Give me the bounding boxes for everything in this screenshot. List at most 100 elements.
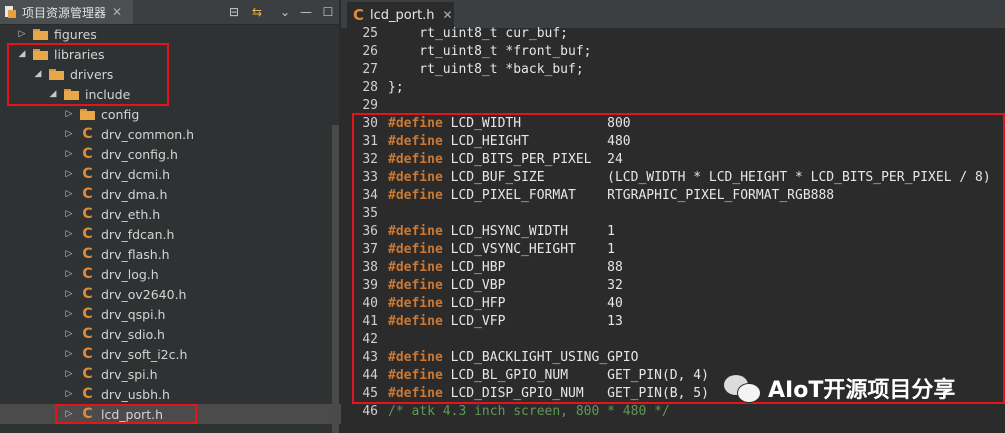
tree-item-label: libraries	[54, 46, 105, 62]
editor-tabbar: C lcd_port.h ✕	[341, 0, 1005, 28]
preprocessor-keyword: #define	[388, 314, 443, 329]
code-line: 29	[341, 97, 1005, 115]
chevron-right-icon[interactable]: ▷	[64, 104, 74, 124]
preprocessor-keyword: #define	[388, 152, 443, 167]
chevron-right-icon[interactable]: ▷	[64, 244, 74, 264]
line-number: 46	[362, 404, 378, 419]
macro-definition: LCD_VBP 32	[442, 278, 623, 293]
chevron-right-icon[interactable]: ▷	[64, 184, 74, 204]
macro-definition: LCD_VFP 13	[442, 314, 623, 329]
code-text: #define LCD_HSYNC_WIDTH 1	[388, 223, 615, 241]
c-header-file-icon: C	[82, 266, 93, 282]
tree-item-figures[interactable]: ▷ figures	[0, 24, 349, 44]
code-text: #define LCD_PIXEL_FORMAT RTGRAPHIC_PIXEL…	[388, 187, 834, 205]
line-number: 32	[362, 152, 378, 167]
chevron-right-icon[interactable]: ▷	[64, 384, 74, 404]
code-plain: };	[388, 80, 404, 95]
preprocessor-keyword: #define	[388, 188, 443, 203]
code-line: 30 #define LCD_WIDTH 800	[341, 115, 1005, 133]
tree-item-label: drv_flash.h	[101, 246, 170, 262]
chevron-right-icon[interactable]: ▷	[64, 224, 74, 244]
preprocessor-keyword: #define	[388, 368, 443, 383]
tab-project-explorer[interactable]: 项目资源管理器 ✕	[0, 0, 133, 24]
folder-open-icon	[49, 68, 64, 80]
c-header-file-icon: C	[82, 346, 93, 362]
chevron-right-icon[interactable]: ▷	[64, 364, 74, 384]
macro-definition: LCD_HEIGHT 480	[442, 134, 631, 149]
link-with-editor-icon[interactable]: ⇆	[249, 4, 265, 20]
macro-definition: LCD_BACKLIGHT_USING_GPIO	[442, 350, 639, 365]
tree-item-label: drv_log.h	[101, 266, 159, 282]
chevron-right-icon[interactable]: ▷	[64, 204, 74, 224]
c-header-file-icon: C	[82, 126, 93, 142]
chevron-right-icon[interactable]: ▷	[64, 344, 74, 364]
chevron-right-icon[interactable]: ▷	[64, 404, 74, 424]
chevron-right-icon[interactable]: ▷	[64, 164, 74, 184]
code-line: 34 #define LCD_PIXEL_FORMAT RTGRAPHIC_PIX…	[341, 187, 1005, 205]
c-header-file-icon: C	[82, 286, 93, 302]
code-line: 31 #define LCD_HEIGHT 480	[341, 133, 1005, 151]
code-text: rt_uint8_t *back_buf;	[388, 61, 583, 79]
code-text: #define LCD_WIDTH 800	[388, 115, 631, 133]
code-text: #define LCD_HFP 40	[388, 295, 623, 313]
tree-item-drivers[interactable]: ◢ drivers	[0, 64, 365, 84]
line-number: 44	[362, 368, 378, 383]
explorer-scrollbar[interactable]	[332, 125, 339, 433]
line-number: 39	[362, 278, 378, 293]
close-icon[interactable]: ✕	[112, 5, 122, 19]
code-line: 40 #define LCD_HFP 40	[341, 295, 1005, 313]
line-number: 37	[362, 242, 378, 257]
tree-item-include[interactable]: ◢ include	[0, 84, 380, 104]
macro-definition: LCD_PIXEL_FORMAT RTGRAPHIC_PIXEL_FORMAT_…	[442, 188, 835, 203]
collapse-all-icon[interactable]: ⊟	[226, 4, 242, 20]
tree-item-config[interactable]: ▷ config	[0, 104, 396, 124]
preprocessor-keyword: #define	[388, 296, 443, 311]
line-number: 45	[362, 386, 378, 401]
line-number: 25	[362, 26, 378, 41]
code-line: 27 rt_uint8_t *back_buf;	[341, 61, 1005, 79]
chevron-down-icon[interactable]: ◢	[48, 84, 58, 104]
chevron-right-icon[interactable]: ▷	[64, 284, 74, 304]
c-header-file-icon: C	[82, 246, 93, 262]
tree-item-label: drv_config.h	[101, 146, 178, 162]
code-text: #define LCD_BL_GPIO_NUM GET_PIN(D, 4)	[388, 367, 709, 385]
folder-open-icon	[64, 88, 79, 100]
tree-item-label: drivers	[70, 66, 114, 82]
chevron-right-icon[interactable]: ▷	[64, 324, 74, 344]
line-number: 29	[362, 98, 378, 113]
c-header-file-icon: C	[82, 226, 93, 242]
chevron-right-icon[interactable]: ▷	[64, 144, 74, 164]
line-number: 35	[362, 206, 378, 221]
tree-item-label: drv_ov2640.h	[101, 286, 187, 302]
tab-project-explorer-label: 项目资源管理器	[22, 5, 107, 20]
tree-item-label: drv_dcmi.h	[101, 166, 171, 182]
chevron-down-icon[interactable]: ◢	[33, 64, 43, 84]
line-number: 42	[362, 332, 378, 347]
view-menu-icon[interactable]: ⌄	[277, 4, 293, 20]
code-text: #define LCD_BACKLIGHT_USING_GPIO	[388, 349, 638, 367]
preprocessor-keyword: #define	[388, 386, 443, 401]
code-line: 32 #define LCD_BITS_PER_PIXEL 24	[341, 151, 1005, 169]
code-text: rt_uint8_t cur_buf;	[388, 25, 568, 43]
tree-item-label: include	[85, 86, 131, 102]
macro-definition: LCD_WIDTH 800	[442, 116, 631, 131]
maximize-icon[interactable]: ☐	[320, 4, 336, 20]
line-number: 26	[362, 44, 378, 59]
chevron-down-icon[interactable]: ◢	[17, 44, 27, 64]
tree-item-libraries[interactable]: ◢ libraries	[0, 44, 349, 64]
chevron-right-icon[interactable]: ▷	[64, 124, 74, 144]
c-header-file-icon: C	[82, 326, 93, 342]
chevron-right-icon[interactable]: ▷	[64, 304, 74, 324]
chevron-right-icon[interactable]: ▷	[17, 24, 27, 44]
tree-item-label: drv_soft_i2c.h	[101, 346, 188, 362]
code-text: #define LCD_DISP_GPIO_NUM GET_PIN(B, 5)	[388, 385, 709, 403]
chevron-right-icon[interactable]: ▷	[64, 264, 74, 284]
preprocessor-keyword: #define	[388, 242, 443, 257]
code-line: 38 #define LCD_HBP 88	[341, 259, 1005, 277]
project-explorer-panel: 项目资源管理器 ✕ ⊟ ⇆ ⌄ — ☐ ▷ figures ◢ librarie…	[0, 0, 396, 433]
close-icon[interactable]: ✕	[443, 8, 453, 22]
code-text: #define LCD_HEIGHT 480	[388, 133, 631, 151]
minimize-icon[interactable]: —	[298, 4, 314, 20]
line-number: 36	[362, 224, 378, 239]
code-text: /* atk 4.3 inch screen, 800 * 480 */	[388, 403, 670, 421]
